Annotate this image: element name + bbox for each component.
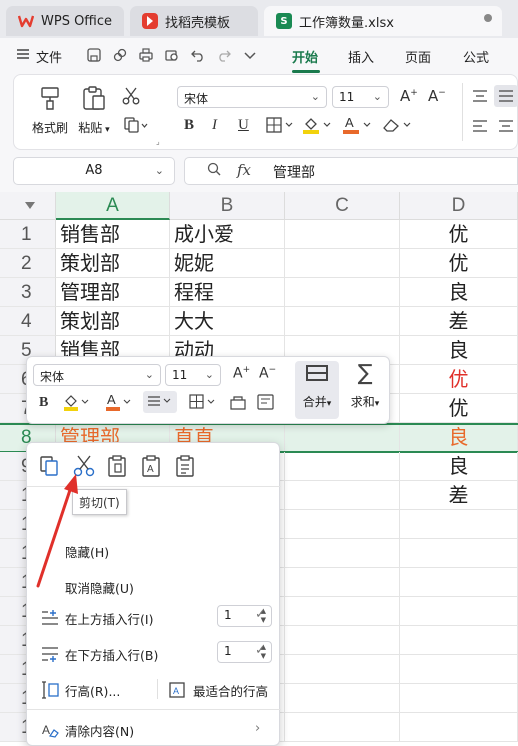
annotation-arrow-icon xyxy=(36,474,78,588)
